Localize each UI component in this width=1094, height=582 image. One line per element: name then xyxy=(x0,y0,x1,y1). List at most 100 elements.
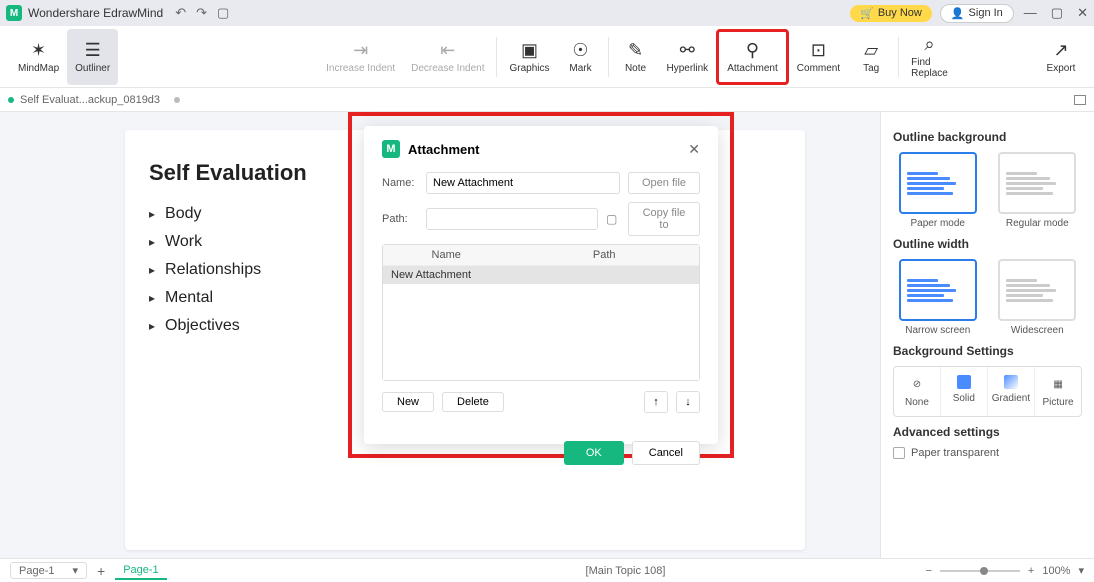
name-label: Name: xyxy=(382,177,418,189)
tag-icon: ▱ xyxy=(864,40,878,61)
col-name[interactable]: Name xyxy=(383,245,509,265)
paper-mode-card[interactable]: Paper mode xyxy=(893,152,983,229)
checkbox-icon xyxy=(893,447,905,459)
titlebar: M Wondershare EdrawMind ↶ ↷ ▢ 🛒Buy Now 👤… xyxy=(0,0,1094,26)
grid-row[interactable]: New Attachment xyxy=(383,266,699,284)
toolbar: ✶MindMap ☰Outliner ⇥Increase Indent ⇤Dec… xyxy=(0,26,1094,88)
narrow-thumb xyxy=(899,259,977,321)
indent-right-icon: ⇥ xyxy=(353,40,368,61)
graphics-button[interactable]: ▣Graphics xyxy=(501,29,557,85)
section-title: Outline width xyxy=(893,237,1082,251)
regular-mode-thumb xyxy=(998,152,1076,214)
grid-body[interactable] xyxy=(383,284,699,380)
chevron-down-icon[interactable]: ▾ xyxy=(1078,564,1084,577)
hyperlink-icon: ⚯ xyxy=(680,40,695,61)
export-button[interactable]: ↗Export xyxy=(1038,29,1084,85)
modal-logo-icon: M xyxy=(382,140,400,158)
buy-now-button[interactable]: 🛒Buy Now xyxy=(850,5,932,22)
graphics-icon: ▣ xyxy=(521,40,538,61)
mark-button[interactable]: ☉Mark xyxy=(558,29,604,85)
paper-transparent-checkbox[interactable]: Paper transparent xyxy=(893,447,1082,459)
zoom-control[interactable]: − + 100% ▾ xyxy=(925,564,1084,577)
gradient-icon xyxy=(1004,375,1018,389)
move-up-button[interactable]: ↑ xyxy=(644,391,668,413)
zoom-value: 100% xyxy=(1042,565,1070,577)
copy-file-button[interactable]: Copy file to xyxy=(628,202,700,236)
regular-mode-card[interactable]: Regular mode xyxy=(993,152,1083,229)
outliner-button[interactable]: ☰Outliner xyxy=(67,29,118,85)
close-icon[interactable]: ✕ xyxy=(1077,5,1088,21)
tab-filename: Self Evaluat...ackup_0819d3 xyxy=(20,94,160,106)
save-icon[interactable]: ▢ xyxy=(217,5,229,21)
export-icon: ↗ xyxy=(1053,40,1068,61)
outliner-icon: ☰ xyxy=(85,40,101,61)
section-title: Advanced settings xyxy=(893,425,1082,439)
bg-none-button[interactable]: ⊘None xyxy=(894,367,941,416)
zoom-out-icon[interactable]: − xyxy=(925,565,931,577)
maximize-icon[interactable]: ▢ xyxy=(1051,5,1063,21)
zoom-slider[interactable] xyxy=(940,570,1020,572)
ok-button[interactable]: OK xyxy=(564,441,624,465)
redo-icon[interactable]: ↷ xyxy=(196,5,207,21)
new-button[interactable]: New xyxy=(382,392,434,412)
comment-button[interactable]: ⊡Comment xyxy=(789,29,848,85)
delete-button[interactable]: Delete xyxy=(442,392,504,412)
modal-close-icon[interactable]: ✕ xyxy=(688,141,700,158)
paper-mode-thumb xyxy=(899,152,977,214)
attachment-button[interactable]: ⚲Attachment xyxy=(716,29,789,85)
bg-gradient-button[interactable]: Gradient xyxy=(988,367,1035,416)
tag-button[interactable]: ▱Tag xyxy=(848,29,894,85)
col-path[interactable]: Path xyxy=(509,245,699,265)
side-panel: Outline background Paper mode Regular mo… xyxy=(880,112,1094,558)
mindmap-button[interactable]: ✶MindMap xyxy=(10,29,67,85)
search-icon: ⌕ xyxy=(924,34,934,55)
user-icon: 👤 xyxy=(951,7,965,20)
comment-icon: ⊡ xyxy=(811,40,826,61)
note-icon: ✎ xyxy=(628,40,643,61)
document-tabbar: Self Evaluat...ackup_0819d3 xyxy=(0,88,1094,112)
widescreen-card[interactable]: Widescreen xyxy=(993,259,1083,336)
minimize-icon[interactable]: — xyxy=(1024,5,1037,21)
none-icon: ⊘ xyxy=(908,375,926,393)
chevron-down-icon: ▾ xyxy=(72,564,78,577)
undo-icon[interactable]: ↶ xyxy=(175,5,186,21)
attachment-modal-highlight: M Attachment ✕ Name: Open file Path: ▢ C… xyxy=(348,112,734,458)
bg-solid-button[interactable]: Solid xyxy=(941,367,988,416)
attachment-modal: M Attachment ✕ Name: Open file Path: ▢ C… xyxy=(364,126,718,444)
add-page-button[interactable]: + xyxy=(97,563,105,579)
cart-icon: 🛒 xyxy=(860,7,874,20)
indent-left-icon: ⇤ xyxy=(440,40,455,61)
increase-indent-button[interactable]: ⇥Increase Indent xyxy=(318,29,403,85)
sign-in-button[interactable]: 👤Sign In xyxy=(940,4,1014,23)
document-tab[interactable]: Self Evaluat...ackup_0819d3 xyxy=(8,94,180,106)
move-down-button[interactable]: ↓ xyxy=(676,391,700,413)
folder-icon[interactable]: ▢ xyxy=(606,212,620,226)
app-logo-icon: M xyxy=(6,5,22,21)
name-input[interactable] xyxy=(426,172,620,194)
mark-icon: ☉ xyxy=(572,40,588,61)
decrease-indent-button[interactable]: ⇤Decrease Indent xyxy=(403,29,492,85)
tab-close-icon[interactable] xyxy=(174,97,180,103)
narrow-screen-card[interactable]: Narrow screen xyxy=(893,259,983,336)
zoom-in-icon[interactable]: + xyxy=(1028,565,1034,577)
note-button[interactable]: ✎Note xyxy=(613,29,659,85)
wide-thumb xyxy=(998,259,1076,321)
modal-title: Attachment xyxy=(408,142,480,157)
path-label: Path: xyxy=(382,213,418,225)
solid-icon xyxy=(957,375,971,389)
topic-indicator: [Main Topic 108] xyxy=(586,565,666,577)
path-input[interactable] xyxy=(426,208,598,230)
page-selector[interactable]: Page-1▾ xyxy=(10,562,87,579)
layout-toggle-icon[interactable] xyxy=(1074,95,1086,105)
section-title: Outline background xyxy=(893,130,1082,144)
bg-picture-button[interactable]: ▦Picture xyxy=(1035,367,1081,416)
hyperlink-button[interactable]: ⚯Hyperlink xyxy=(659,29,717,85)
attachment-icon: ⚲ xyxy=(746,40,759,61)
attachment-grid: Name Path New Attachment xyxy=(382,244,700,381)
cancel-button[interactable]: Cancel xyxy=(632,441,700,465)
page-tab[interactable]: Page-1 xyxy=(115,562,166,580)
app-title: Wondershare EdrawMind xyxy=(28,6,163,20)
open-file-button[interactable]: Open file xyxy=(628,172,700,194)
find-replace-button[interactable]: ⌕FindReplace xyxy=(903,29,956,85)
statusbar: Page-1▾ + Page-1 [Main Topic 108] − + 10… xyxy=(0,558,1094,582)
